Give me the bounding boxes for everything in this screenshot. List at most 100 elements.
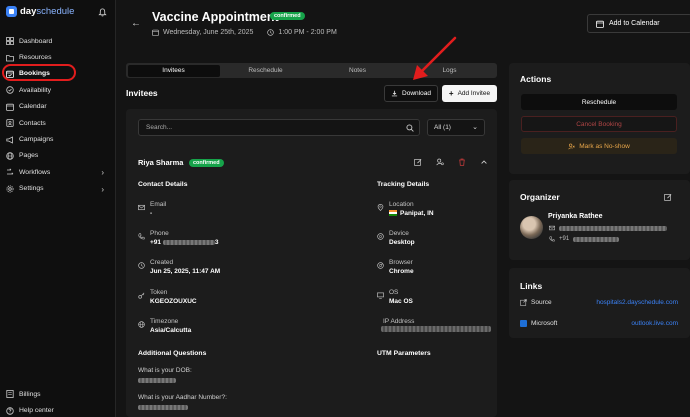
- search-icon: [406, 124, 414, 132]
- trash-icon[interactable]: [458, 158, 466, 166]
- redacted-aadhar: [138, 405, 188, 410]
- sidebar-item-contacts[interactable]: Contacts: [0, 115, 116, 131]
- edit-icon[interactable]: [414, 158, 422, 166]
- tracking-details-heading: Tracking Details: [377, 181, 430, 188]
- sidebar-item-billings[interactable]: Billings: [0, 386, 116, 402]
- download-icon: [391, 90, 398, 97]
- cancel-booking-button[interactable]: Cancel Booking: [521, 116, 677, 132]
- chevron-right-icon: ›: [101, 168, 104, 178]
- organizer-heading: Organizer: [520, 192, 560, 202]
- tab-reschedule[interactable]: Reschedule: [220, 65, 312, 77]
- phone-label: Phone: [150, 230, 169, 237]
- chevron-up-icon[interactable]: [480, 158, 488, 166]
- logo[interactable]: dayschedule: [6, 6, 74, 17]
- sidebar-item-pages[interactable]: Pages: [0, 148, 116, 164]
- redacted-dob: [138, 378, 176, 383]
- clock-icon: [138, 262, 145, 269]
- organizer-phone-prefix: +91: [559, 236, 570, 242]
- calendar-icon: [596, 20, 604, 28]
- microsoft-link-row: Microsoft outlook.live.com: [520, 320, 678, 327]
- phone-icon: [549, 236, 555, 242]
- folder-icon: [6, 54, 14, 62]
- clock-icon: [267, 29, 275, 36]
- invitee-status-badge: confirmed: [189, 159, 224, 167]
- event-time: 1:00 PM - 2:00 PM: [278, 29, 337, 36]
- phone-prefix: +91: [150, 239, 162, 246]
- calendar-icon: [6, 103, 14, 111]
- help-icon: [6, 406, 14, 415]
- sidebar-item-label: Resources: [19, 54, 52, 62]
- sidebar-item-label: Billings: [19, 390, 41, 398]
- calendar-icon: [152, 29, 159, 36]
- dashboard-icon: [6, 37, 14, 46]
- microsoft-icon: [520, 320, 527, 327]
- sidebar-item-calendar[interactable]: Calendar: [0, 99, 116, 115]
- redacted-phone: [162, 239, 215, 245]
- sidebar-item-label: Campaigns: [19, 136, 54, 144]
- redacted-organizer-phone: [573, 236, 620, 242]
- billing-icon: [6, 390, 14, 399]
- device-label: Device: [389, 230, 409, 237]
- search-input[interactable]: Search...: [138, 119, 420, 136]
- sidebar-item-help[interactable]: Help center: [0, 402, 116, 417]
- edit-icon[interactable]: [664, 193, 672, 201]
- add-invitee-button[interactable]: + Add Invitee: [442, 85, 497, 102]
- sidebar-item-campaigns[interactable]: Campaigns: [0, 131, 116, 147]
- location-value: Panipat, IN: [400, 210, 434, 217]
- sidebar-item-label: Pages: [19, 152, 39, 160]
- invitee-actions: [414, 158, 488, 166]
- source-label: Source: [531, 299, 552, 306]
- tab-notes[interactable]: Notes: [312, 65, 404, 77]
- campaigns-icon: [6, 135, 14, 144]
- mark-no-show-label: Mark as No-show: [579, 142, 630, 150]
- source-link-row: Source hospitals2.dayschedule.com: [520, 299, 678, 306]
- bell-icon[interactable]: [98, 8, 107, 17]
- user-settings-icon[interactable]: [436, 158, 444, 166]
- microsoft-link[interactable]: outlook.live.com: [631, 320, 678, 327]
- mail-icon: [138, 204, 145, 211]
- redacted-email: [559, 225, 667, 231]
- globe-icon: [6, 152, 14, 160]
- invitees-heading: Invitees: [126, 88, 158, 98]
- question-aadhar: What is your Aadhar Number?:: [138, 394, 227, 401]
- location-value-wrap: Panipat, IN: [389, 210, 434, 217]
- timezone-label: Timezone: [150, 318, 179, 325]
- event-datetime: Wednesday, June 25th, 2025 1:00 PM - 2:0…: [152, 29, 337, 36]
- email-label: Email: [150, 201, 167, 208]
- os-value: Mac OS: [389, 298, 413, 305]
- status-badge: confirmed: [270, 12, 305, 20]
- tab-invitees[interactable]: Invitees: [127, 64, 220, 77]
- download-button[interactable]: Download: [384, 85, 438, 102]
- logo-text-a: day: [20, 6, 37, 17]
- mark-no-show-button[interactable]: Mark as No-show: [521, 138, 677, 154]
- location-label: Location: [389, 201, 414, 208]
- back-arrow-icon[interactable]: ←: [131, 18, 141, 29]
- links-heading: Links: [520, 281, 543, 291]
- filter-select[interactable]: All (1) ⌄: [427, 119, 485, 136]
- source-link[interactable]: hospitals2.dayschedule.com: [596, 299, 678, 306]
- annotation-arrow-icon: [413, 36, 457, 80]
- chevron-right-icon: ›: [101, 184, 104, 194]
- reschedule-button[interactable]: Reschedule: [521, 94, 677, 110]
- sidebar-item-dashboard[interactable]: Dashboard: [0, 33, 116, 49]
- organizer-phone: +91: [549, 236, 620, 242]
- map-pin-icon: [377, 204, 384, 211]
- actions-heading: Actions: [520, 74, 552, 84]
- add-invitee-label: Add Invitee: [457, 90, 491, 97]
- email-value: -: [150, 210, 153, 217]
- phone-suffix: 3: [214, 239, 219, 246]
- sidebar-item-availability[interactable]: Availability: [0, 82, 116, 98]
- contact-details-heading: Contact Details: [138, 181, 188, 188]
- device-icon: [377, 233, 384, 240]
- browser-icon: [377, 262, 384, 269]
- sidebar-item-workflows[interactable]: Workflows ›: [0, 164, 116, 180]
- sidebar-item-label: Availability: [19, 86, 51, 94]
- globe-icon: [138, 321, 145, 328]
- sidebar-item-label: Dashboard: [19, 37, 53, 45]
- phone-value: +91 3: [150, 239, 218, 246]
- sidebar-item-settings[interactable]: Settings ›: [0, 181, 116, 197]
- sidebar-item-label: Settings: [19, 185, 44, 193]
- token-label: Token: [150, 289, 168, 296]
- add-to-calendar-button[interactable]: Add to Calendar: [587, 14, 690, 33]
- sidebar-item-label: Workflows: [19, 168, 51, 176]
